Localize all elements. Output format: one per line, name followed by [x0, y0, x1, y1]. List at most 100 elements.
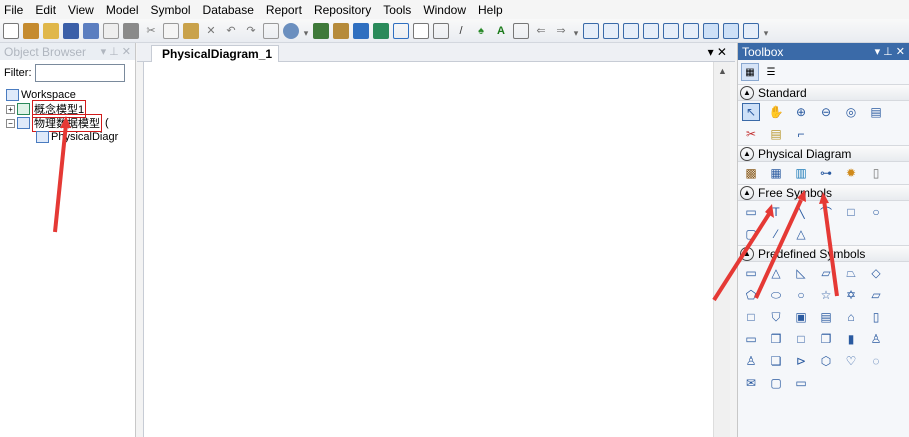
toolbox-toggle-icon[interactable]	[643, 22, 659, 39]
procedure-icon[interactable]: ✹	[842, 164, 860, 182]
card-icon[interactable]: ▭	[792, 374, 810, 392]
tree-item-physical-model[interactable]: − 物理数据模型 (	[6, 114, 135, 132]
trapezoid-icon[interactable]: ⏢	[842, 264, 860, 282]
heart-icon[interactable]: ♡	[842, 352, 860, 370]
cut-icon[interactable]: ✂	[143, 23, 159, 39]
pointer-icon[interactable]: ↖	[742, 103, 760, 121]
link-icon[interactable]: ⌐	[792, 125, 810, 143]
section-predefined-symbols[interactable]: ▲ Predefined Symbols	[738, 245, 909, 262]
text-box-icon[interactable]: T	[767, 203, 785, 221]
frame-icon[interactable]: ▣	[792, 308, 810, 326]
tree-item-physical-diagram[interactable]: PhysicalDiagr	[6, 130, 135, 144]
print-preview-icon[interactable]	[103, 22, 119, 39]
delete-icon[interactable]: ✂	[742, 125, 760, 143]
menu-help[interactable]: Help	[478, 3, 503, 17]
section-standard[interactable]: ▲ Standard	[738, 84, 909, 101]
package-icon[interactable]: ▩	[742, 164, 760, 182]
menu-database[interactable]: Database	[203, 3, 254, 17]
triangle-icon[interactable]: △	[767, 264, 785, 282]
expand-icon[interactable]: +	[6, 104, 15, 114]
redo-icon[interactable]: ↷	[243, 23, 259, 39]
window-shape-icon[interactable]: ▢	[767, 374, 785, 392]
save-all-icon[interactable]	[83, 22, 99, 39]
right-triangle-icon[interactable]: ◺	[792, 264, 810, 282]
line-icon[interactable]: ╲	[792, 203, 810, 221]
copy-icon[interactable]	[163, 22, 179, 39]
text-icon[interactable]: A	[493, 23, 509, 39]
grid-icon[interactable]	[433, 22, 449, 39]
layout-icon[interactable]	[513, 22, 529, 39]
parallelogram-icon[interactable]: ▱	[817, 264, 835, 282]
paste-icon[interactable]	[183, 22, 199, 39]
menu-view[interactable]: View	[68, 3, 94, 17]
reference-icon[interactable]: ⊶	[817, 164, 835, 182]
tape-icon[interactable]: ▱	[867, 286, 885, 304]
arc-icon[interactable]: ⌒	[817, 203, 835, 221]
print-icon[interactable]	[123, 22, 139, 39]
list-icon[interactable]: ▤	[817, 308, 835, 326]
zoom-out-icon[interactable]: ⊖	[817, 103, 835, 121]
section-free-symbols[interactable]: ▲ Free Symbols	[738, 184, 909, 201]
arrow-shape-icon[interactable]: ⊳	[792, 352, 810, 370]
properties-icon[interactable]	[263, 22, 279, 39]
pen-icon[interactable]: /	[453, 23, 469, 39]
collapse-icon[interactable]: −	[6, 118, 15, 128]
welcome-icon[interactable]	[663, 22, 679, 39]
oval-icon[interactable]: ⬭	[767, 286, 785, 304]
open-diagram-icon[interactable]: ◎	[842, 103, 860, 121]
menu-repository[interactable]: Repository	[314, 3, 371, 17]
format-icon[interactable]: ♠	[473, 23, 489, 39]
collapse-icon[interactable]: ▲	[740, 85, 754, 100]
delete-icon[interactable]: ✕	[203, 23, 219, 39]
shield-icon[interactable]: ⛉	[767, 308, 785, 326]
generate-icon[interactable]	[313, 22, 329, 39]
cabinet-icon[interactable]: ❏	[767, 352, 785, 370]
view-icon[interactable]: ▥	[792, 164, 810, 182]
polyline-icon[interactable]: ⁄	[767, 225, 785, 243]
browser-icon[interactable]	[583, 22, 599, 39]
scroll-up-icon[interactable]: ▲	[714, 62, 731, 79]
tab-physical-diagram[interactable]: PhysicalDiagram_1	[151, 45, 279, 62]
menu-edit[interactable]: Edit	[35, 3, 56, 17]
menu-window[interactable]: Window	[423, 3, 466, 17]
toolbox-controls[interactable]: ▾ ⊥ ✕	[875, 45, 905, 58]
diagram-canvas[interactable]	[143, 62, 713, 437]
file-icon[interactable]: ▯	[867, 164, 885, 182]
star6-icon[interactable]: ✡	[842, 286, 860, 304]
octagon-icon[interactable]: ○	[792, 286, 810, 304]
vertical-scrollbar[interactable]: ▲	[713, 62, 730, 437]
pentagon-icon[interactable]: ⬠	[742, 286, 760, 304]
folder-icon[interactable]: ⌂	[842, 308, 860, 326]
section-physical-diagram[interactable]: ▲ Physical Diagram	[738, 145, 909, 162]
save-icon[interactable]	[63, 22, 79, 39]
list-view-icon[interactable]: ☰	[762, 63, 780, 81]
icon-view-icon[interactable]: ▦	[741, 63, 759, 81]
rounded-rect-icon[interactable]: ▭	[742, 264, 760, 282]
cylinder-icon[interactable]: ▮	[842, 330, 860, 348]
box3d-icon[interactable]: ❐	[817, 330, 835, 348]
output-icon[interactable]	[603, 22, 619, 39]
envelope-icon[interactable]: ✉	[742, 374, 760, 392]
menu-report[interactable]: Report	[266, 3, 302, 17]
filter-input[interactable]	[34, 64, 125, 82]
panel-icon[interactable]	[723, 22, 739, 39]
document-icon[interactable]: ▯	[867, 308, 885, 326]
new-icon[interactable]	[3, 22, 19, 39]
scroll-icon[interactable]: ▭	[742, 330, 760, 348]
zoom-in-icon[interactable]: ⊕	[792, 103, 810, 121]
hexagon-icon[interactable]: ⬡	[817, 352, 835, 370]
collapse-icon[interactable]: ▲	[740, 146, 754, 161]
result-list-icon[interactable]	[623, 22, 639, 39]
box-icon[interactable]: □	[792, 330, 810, 348]
window-icon[interactable]	[743, 22, 759, 39]
object-browser-controls[interactable]: ▾ ⊥ ✕	[101, 45, 131, 58]
menu-file[interactable]: File	[4, 3, 23, 17]
table-icon[interactable]: ▦	[767, 164, 785, 182]
menu-model[interactable]: Model	[106, 3, 139, 17]
undo-icon[interactable]: ↶	[223, 23, 239, 39]
menu-tools[interactable]: Tools	[383, 3, 411, 17]
apply-icon[interactable]	[393, 22, 409, 39]
database-icon[interactable]	[353, 22, 369, 39]
rounded-rect-icon[interactable]: ▢	[742, 225, 760, 243]
person-icon[interactable]: ♙	[867, 330, 885, 348]
